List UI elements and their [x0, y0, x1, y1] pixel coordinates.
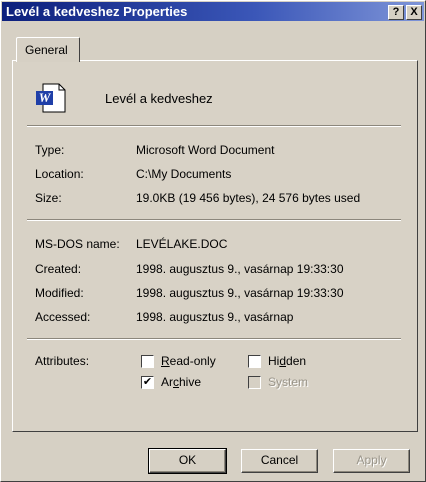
location-label: Location: — [35, 167, 84, 181]
separator — [27, 125, 401, 127]
help-button[interactable]: ? — [388, 5, 404, 20]
msdos-name-label: MS-DOS name: — [35, 237, 120, 251]
system-checkbox — [248, 376, 261, 389]
close-button[interactable]: X — [406, 5, 422, 20]
created-label: Created: — [35, 262, 82, 276]
system-label: System — [268, 375, 309, 389]
tab-general-label: General — [25, 43, 68, 57]
archive-checkbox[interactable]: ✔ — [141, 376, 154, 389]
attributes-label: Attributes: — [35, 354, 90, 368]
msdos-name-value: LEVÉLAKE.DOC — [136, 237, 228, 251]
word-icon-letter: W — [39, 90, 52, 105]
separator — [27, 338, 401, 340]
size-value: 19.0KB (19 456 bytes), 24 576 bytes used — [136, 191, 361, 205]
file-name: Levél a kedveshez — [105, 91, 213, 106]
readonly-checkbox[interactable] — [141, 355, 154, 368]
readonly-label[interactable]: Read-only — [161, 354, 216, 368]
checkmark-icon: ✔ — [142, 376, 153, 388]
ok-button[interactable]: OK — [148, 448, 227, 474]
word-document-icon: W — [35, 83, 67, 113]
title-bar[interactable]: Levél a kedveshez Properties ? X — [2, 2, 424, 21]
apply-button: Apply — [333, 449, 410, 473]
hidden-label[interactable]: Hidden — [268, 354, 306, 368]
archive-label[interactable]: Archive — [161, 375, 201, 389]
tab-general[interactable]: General — [16, 37, 80, 62]
type-label: Type: — [35, 143, 65, 157]
cancel-button[interactable]: Cancel — [241, 449, 318, 473]
window-title: Levél a kedveshez Properties — [6, 4, 188, 19]
modified-label: Modified: — [35, 286, 84, 300]
type-value: Microsoft Word Document — [136, 143, 275, 157]
created-value: 1998. augusztus 9., vasárnap 19:33:30 — [136, 262, 344, 276]
accessed-label: Accessed: — [35, 310, 91, 324]
location-value: C:\My Documents — [136, 167, 232, 181]
accessed-value: 1998. augusztus 9., vasárnap — [136, 310, 294, 324]
hidden-checkbox[interactable] — [248, 355, 261, 368]
separator — [27, 219, 401, 221]
properties-dialog: Levél a kedveshez Properties ? X General… — [0, 0, 426, 482]
size-label: Size: — [35, 191, 62, 205]
modified-value: 1998. augusztus 9., vasárnap 19:33:30 — [136, 286, 344, 300]
